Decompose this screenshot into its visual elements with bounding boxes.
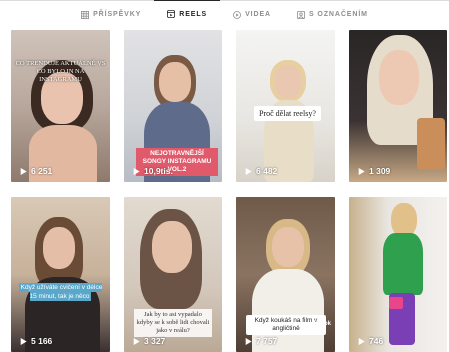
- view-count: 6 251: [20, 166, 52, 176]
- play-icon: [133, 337, 140, 345]
- view-count: 7 757: [245, 336, 277, 346]
- view-count: 10,9tis.: [133, 166, 173, 176]
- face-shape: [159, 62, 191, 102]
- reel-tile[interactable]: NEJOTRAVNĚJŠÍ SONGY INSTAGRAMU VOL.2 10,…: [124, 30, 222, 182]
- reel-tile[interactable]: Proč dělat reelsy? 6 482: [236, 30, 335, 182]
- view-count-value: 6 482: [256, 166, 278, 176]
- play-icon: [20, 167, 27, 175]
- reel-tile[interactable]: Jak by to asi vypadalo kdyby se k sobě l…: [124, 197, 222, 352]
- play-icon: [245, 167, 252, 175]
- handbag: [389, 297, 403, 309]
- reel-caption: Jak by to asi vypadalo kdyby se k sobě l…: [134, 309, 212, 337]
- view-count-value: 746: [369, 336, 384, 346]
- reel-tile[interactable]: Když užíváte cvičení v délce 15 minut, t…: [11, 197, 110, 352]
- view-count: 746: [358, 336, 383, 346]
- play-icon: [358, 337, 365, 345]
- face-shape: [275, 66, 301, 98]
- hair-shape: [391, 203, 417, 237]
- view-count-value: 3 327: [144, 336, 166, 346]
- play-icon: [358, 167, 365, 175]
- reel-caption: Když užíváte cvičení v délce 15 minut, t…: [17, 283, 104, 301]
- body-shape: [383, 233, 423, 295]
- view-count: 5 166: [20, 336, 52, 346]
- view-count-value: 5 166: [31, 336, 53, 346]
- reel-tile[interactable]: CO TRENDUJE AKTUÁLNĚ VS CO BYLO IN NA IN…: [11, 30, 110, 182]
- face-shape: [43, 227, 75, 269]
- face-shape: [272, 227, 304, 267]
- view-count: 6 482: [245, 166, 277, 176]
- coffee-cup: [417, 118, 445, 170]
- reel-caption: Proč dělat reelsy?: [254, 106, 321, 121]
- view-count-value: 10,9tis.: [144, 166, 173, 176]
- reel-caption: CO TRENDUJE AKTUÁLNĚ VS CO BYLO IN NA IN…: [15, 60, 106, 83]
- reel-caption-text: Když užíváte cvičení v délce 15 minut, t…: [18, 283, 103, 301]
- reels-grid: CO TRENDUJE AKTUÁLNĚ VS CO BYLO IN NA IN…: [0, 0, 449, 352]
- view-count: 3 327: [133, 336, 165, 346]
- play-icon: [245, 337, 252, 345]
- tiktok-watermark: TikTok: [312, 321, 331, 327]
- play-icon: [20, 337, 27, 345]
- reel-tile[interactable]: Když koukáš na film v angličtině TikTok …: [236, 197, 335, 352]
- reel-tile[interactable]: 746: [349, 197, 447, 352]
- face-shape: [152, 221, 192, 273]
- view-count: 1 309: [358, 166, 390, 176]
- reel-tile[interactable]: 1 309: [349, 30, 447, 182]
- view-count-value: 6 251: [31, 166, 53, 176]
- face-shape: [379, 50, 419, 105]
- play-icon: [133, 167, 140, 175]
- view-count-value: 7 757: [256, 336, 278, 346]
- view-count-value: 1 309: [369, 166, 391, 176]
